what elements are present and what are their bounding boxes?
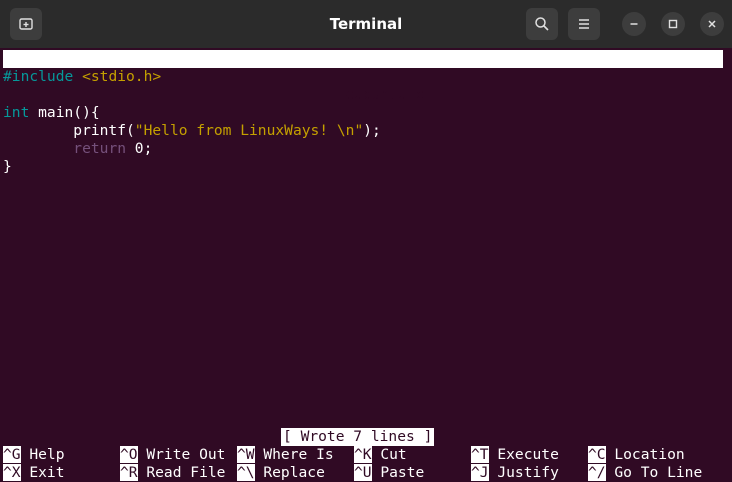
shortcut-key: ^R [120, 464, 138, 481]
shortcut-location[interactable]: ^C Location [588, 446, 685, 464]
close-icon [708, 20, 716, 28]
status-message: [ Wrote 7 lines ] [281, 428, 435, 446]
shortcut-key: ^W [237, 446, 255, 463]
shortcut-key: ^G [3, 446, 21, 463]
window-titlebar: Terminal [0, 0, 732, 48]
include-directive: #include [3, 68, 74, 85]
code-line-3[interactable]: int main(){ [3, 104, 100, 122]
shortcut-label: Location [605, 446, 685, 463]
shortcut-label: Read File [137, 464, 226, 481]
shortcut-label: Paste [371, 464, 425, 481]
shortcut-key: ^C [588, 446, 606, 463]
shortcut-where-is[interactable]: ^W Where Is [237, 446, 334, 464]
search-icon [535, 17, 549, 31]
code-line-6[interactable]: } [3, 158, 12, 176]
maximize-icon [668, 19, 678, 29]
shortcut-label: Exit [20, 464, 65, 481]
shortcut-label: Cut [371, 446, 407, 463]
minimize-icon [630, 23, 638, 25]
shortcut-key: ^T [471, 446, 489, 463]
minimize-button[interactable] [622, 12, 646, 36]
shortcut-execute[interactable]: ^T Execute [471, 446, 559, 464]
menu-button[interactable] [568, 8, 600, 40]
file-name: cubuntu.c [345, 86, 425, 103]
shortcut-key: ^J [471, 464, 489, 481]
shortcut-go-to-line[interactable]: ^/ Go To Line [588, 464, 702, 482]
close-button[interactable] [700, 12, 724, 36]
shortcut-label: Execute [488, 446, 559, 463]
nano-title-bar: GNU nano 6.2 cubuntu.c [3, 50, 723, 103]
printf-string: "Hello from LinuxWays! \n" [134, 122, 364, 139]
shortcut-label: Replace [254, 464, 325, 481]
include-header: <stdio.h> [82, 68, 162, 85]
printf-call: printf( [3, 122, 135, 139]
code-line-1[interactable]: #include <stdio.h> [3, 68, 161, 86]
terminal-area[interactable]: GNU nano 6.2 cubuntu.c #include <stdio.h… [0, 48, 732, 482]
return-value: 0; [126, 140, 153, 157]
shortcut-key: ^U [354, 464, 372, 481]
return-keyword: return [73, 140, 127, 157]
shortcut-help[interactable]: ^G Help [3, 446, 65, 464]
code-line-5[interactable]: return 0; [3, 140, 152, 158]
code-line-4[interactable]: printf("Hello from LinuxWays! \n"); [3, 122, 381, 140]
shortcut-label: Justify [488, 464, 559, 481]
shortcut-paste[interactable]: ^U Paste [354, 464, 424, 482]
shortcut-label: Go To Line [605, 464, 703, 481]
return-indent [3, 140, 73, 157]
shortcut-key: ^/ [588, 464, 606, 481]
shortcut-key: ^X [3, 464, 21, 481]
shortcut-cut[interactable]: ^K Cut [354, 446, 407, 464]
printf-end: ); [363, 122, 381, 139]
hamburger-menu-icon [579, 19, 589, 29]
shortcut-exit[interactable]: ^X Exit [3, 464, 65, 482]
search-button[interactable] [526, 8, 558, 40]
shortcut-key: ^K [354, 446, 372, 463]
shortcut-key: ^O [120, 446, 138, 463]
maximize-button[interactable] [661, 12, 685, 36]
shortcut-justify[interactable]: ^J Justify [471, 464, 559, 482]
shortcut-write-out[interactable]: ^O Write Out [120, 446, 225, 464]
shortcut-label: Write Out [137, 446, 226, 463]
shortcut-replace[interactable]: ^\ Replace [237, 464, 325, 482]
shortcut-key: ^\ [237, 464, 255, 481]
main-signature: main(){ [29, 104, 100, 121]
closing-brace: } [3, 158, 12, 175]
shortcut-label: Where Is [254, 446, 334, 463]
shortcut-label: Help [20, 446, 65, 463]
shortcut-read-file[interactable]: ^R Read File [120, 464, 225, 482]
main-type: int [3, 104, 30, 121]
